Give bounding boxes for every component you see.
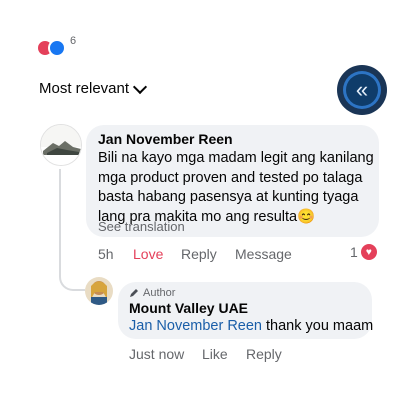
double-chevron-left-icon: « bbox=[355, 77, 369, 102]
like-icon bbox=[48, 39, 66, 57]
collapse-button[interactable]: « bbox=[343, 71, 381, 109]
comment-text: Bili na kayo mga madam legit ang kanilan… bbox=[98, 150, 374, 225]
comment-sort-dropdown[interactable]: Most relevant bbox=[39, 79, 148, 97]
reply-button[interactable]: Reply bbox=[181, 246, 217, 262]
reply-button[interactable]: Reply bbox=[246, 346, 282, 362]
comment-author[interactable]: Jan November Reen bbox=[98, 131, 233, 147]
chevron-down-icon bbox=[132, 79, 148, 94]
see-translation-link[interactable]: See translation bbox=[98, 219, 185, 234]
author-badge-label: Author bbox=[143, 287, 176, 299]
comment-time: 5h bbox=[98, 246, 114, 262]
reaction-count: 6 bbox=[70, 35, 77, 47]
avatar[interactable] bbox=[40, 124, 82, 166]
thread-connector bbox=[59, 169, 85, 291]
reply-message: thank you maam bbox=[262, 318, 374, 334]
reply-author[interactable]: Mount Valley UAE bbox=[129, 300, 248, 316]
like-button[interactable]: Like bbox=[202, 346, 228, 362]
sort-label: Most relevant bbox=[39, 80, 130, 97]
message-button[interactable]: Message bbox=[235, 246, 292, 262]
mention-link[interactable]: Jan November Reen bbox=[129, 318, 262, 334]
reaction-count: 1 bbox=[350, 244, 358, 260]
heart-icon: ♥ bbox=[360, 244, 377, 260]
reaction-summary[interactable]: 6 bbox=[36, 35, 96, 57]
avatar[interactable] bbox=[85, 277, 113, 305]
comment-reactions[interactable]: 1 ♥ bbox=[350, 244, 377, 260]
author-badge: Author bbox=[129, 287, 175, 299]
pencil-icon bbox=[130, 289, 138, 297]
love-button[interactable]: Love bbox=[133, 246, 163, 262]
reply-text: Jan November Reen thank you maam bbox=[129, 318, 373, 334]
reply-time: Just now bbox=[129, 346, 185, 362]
